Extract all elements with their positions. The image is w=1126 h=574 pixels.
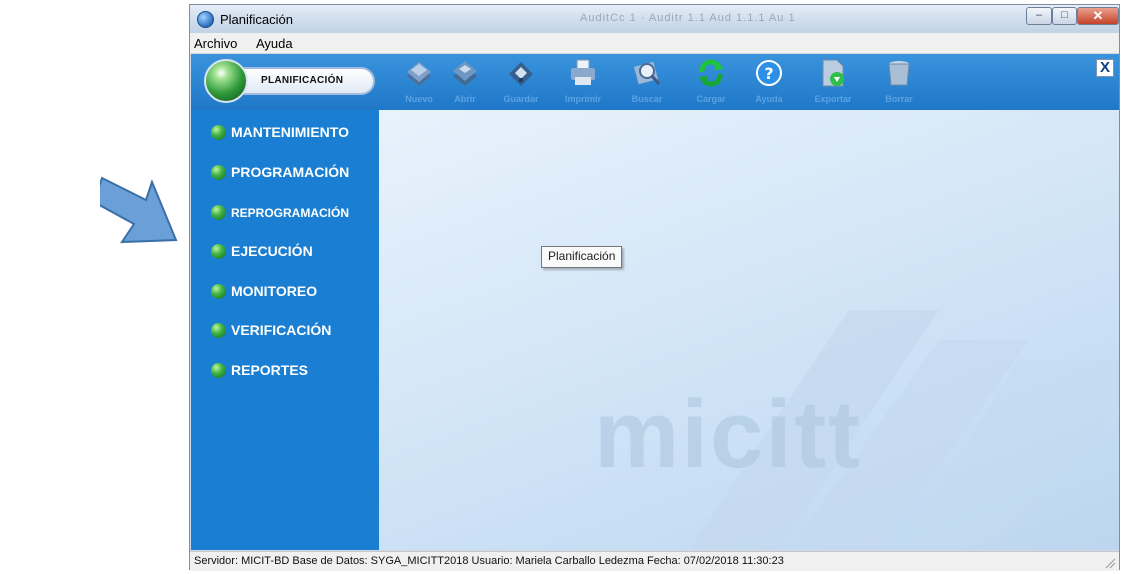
sidebar-item-label: REPORTES <box>231 362 309 378</box>
imprimir-label: Imprimir <box>564 94 601 104</box>
borrar-label: Borrar <box>885 94 913 104</box>
sidebar: MANTENIMIENTO PROGRAMACIÓN REPROGRAMACIÓ… <box>191 110 379 550</box>
export-icon <box>822 59 844 87</box>
stack-open-icon <box>453 61 477 86</box>
green-bullet-icon <box>211 125 226 140</box>
printer-icon <box>571 59 595 85</box>
sidebar-item-reprogramacion[interactable]: REPROGRAMACIÓN <box>191 196 379 228</box>
main-content: micitt Planificación <box>379 110 1119 550</box>
sidebar-item-verificacion[interactable]: VERIFICACIÓN <box>191 314 379 346</box>
exportar-button[interactable]: Exportar <box>805 56 861 108</box>
minimize-button[interactable]: – <box>1026 7 1052 25</box>
sidebar-item-label: PROGRAMACIÓN <box>231 164 350 180</box>
sidebar-item-label: EJECUCIÓN <box>231 243 313 259</box>
imprimir-button[interactable]: Imprimir <box>555 56 611 108</box>
sidebar-item-label: VERIFICACIÓN <box>231 322 332 338</box>
background-tabs-text: AuditCc 1 · Auditr 1.1 Aud 1.1.1 Au 1 <box>580 12 796 24</box>
refresh-icon <box>698 59 724 87</box>
sidebar-item-reportes[interactable]: REPORTES <box>191 354 379 386</box>
close-module-button[interactable]: X <box>1096 59 1114 77</box>
menu-ayuda[interactable]: Ayuda <box>256 36 293 51</box>
window-title: Planificación <box>220 12 293 27</box>
green-bullet-icon <box>211 244 226 259</box>
green-bullet-icon <box>211 284 226 299</box>
resize-grip-icon[interactable] <box>1104 557 1116 569</box>
svg-text:?: ? <box>764 64 773 83</box>
sidebar-item-programacion[interactable]: PROGRAMACIÓN <box>191 156 379 188</box>
pointer-arrow-icon <box>100 176 178 244</box>
window-close-button[interactable]: ✕ <box>1077 7 1119 25</box>
borrar-button[interactable]: Borrar <box>871 56 927 108</box>
guardar-button[interactable]: Guardar <box>493 56 549 108</box>
trash-icon <box>888 61 910 86</box>
module-label: PLANIFICACIÓN <box>261 75 344 86</box>
sidebar-item-label: MANTENIMIENTO <box>231 124 349 140</box>
cargar-label: Cargar <box>696 94 726 104</box>
search-icon <box>634 61 661 85</box>
module-globe-icon <box>204 59 248 103</box>
status-text: Servidor: MICIT-BD Base de Datos: SYGA_M… <box>194 555 784 567</box>
buscar-label: Buscar <box>631 94 663 104</box>
sidebar-item-ejecucion[interactable]: EJECUCIÓN <box>191 235 379 267</box>
abrir-button[interactable]: Abrir <box>437 56 493 108</box>
green-bullet-icon <box>211 165 226 180</box>
exportar-label: Exportar <box>814 94 852 104</box>
menu-bar: Archivo Ayuda <box>190 33 1119 54</box>
help-icon: ? <box>756 60 782 86</box>
cargar-button[interactable]: Cargar <box>683 56 739 108</box>
sidebar-item-mantenimiento[interactable]: MANTENIMIENTO <box>191 116 379 148</box>
app-globe-icon <box>197 11 214 28</box>
watermark-logo: micitt <box>594 381 863 488</box>
maximize-button[interactable]: □ <box>1052 7 1077 25</box>
menu-archivo[interactable]: Archivo <box>194 36 237 51</box>
sidebar-item-label: REPROGRAMACIÓN <box>231 206 350 220</box>
sidebar-item-label: MONITOREO <box>231 283 318 299</box>
floppy-save-icon <box>509 62 533 86</box>
stack-new-icon <box>407 62 431 86</box>
green-bullet-icon <box>211 363 226 378</box>
abrir-label: Abrir <box>454 94 476 104</box>
title-bar[interactable]: Planificación AuditCc 1 · Auditr 1.1 Aud… <box>190 5 1119 33</box>
ayuda-button[interactable]: ? Ayuda <box>741 56 797 108</box>
guardar-label: Guardar <box>503 94 539 104</box>
buscar-button[interactable]: Buscar <box>619 56 675 108</box>
status-bar: Servidor: MICIT-BD Base de Datos: SYGA_M… <box>190 551 1119 571</box>
green-bullet-icon <box>211 323 226 338</box>
app-window: Planificación AuditCc 1 · Auditr 1.1 Aud… <box>189 4 1120 571</box>
module-badge: PLANIFICACIÓN <box>231 67 375 95</box>
tooltip: Planificación <box>541 246 623 268</box>
green-bullet-icon <box>211 205 226 220</box>
toolbar: PLANIFICACIÓN Nuevo Abrir Guardar Imprim… <box>191 54 1119 110</box>
ayuda-label: Ayuda <box>755 94 783 104</box>
sidebar-item-monitoreo[interactable]: MONITOREO <box>191 275 379 307</box>
